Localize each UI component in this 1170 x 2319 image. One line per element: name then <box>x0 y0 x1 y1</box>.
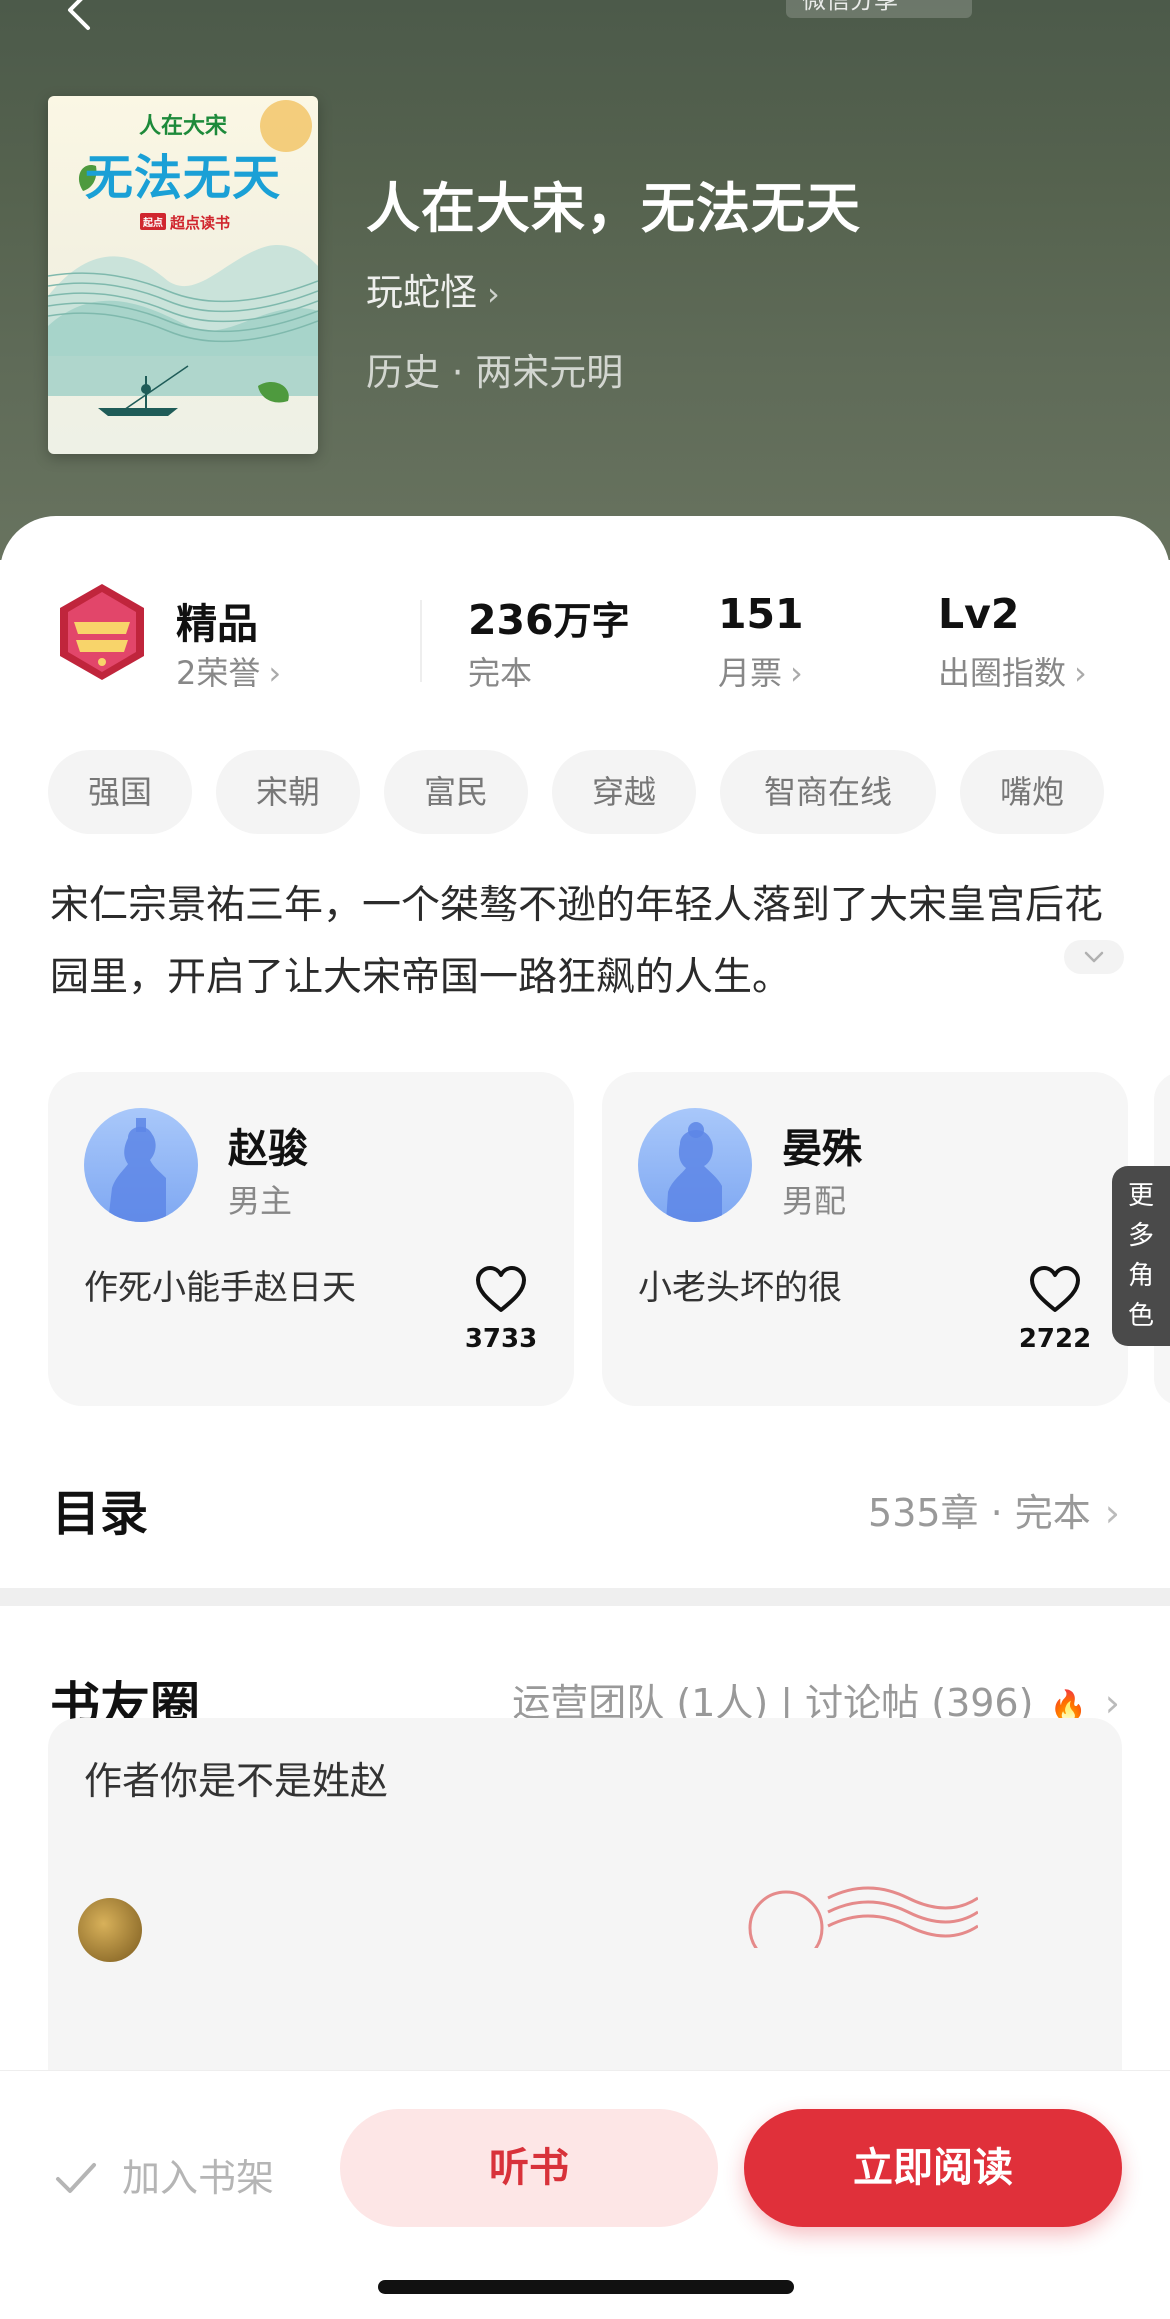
role-quote: 作死小能手赵日天 <box>84 1268 356 1308</box>
popularity-index-link[interactable]: 出圈指数 › <box>938 648 1087 694</box>
role-avatar <box>638 1108 752 1222</box>
monthly-tickets-label: 月票 <box>718 654 783 692</box>
author-link[interactable]: 玩蛇怪 › <box>366 262 500 316</box>
role-card[interactable]: 赵骏 男主 作死小能手赵日天 3733 <box>48 1072 574 1406</box>
chevron-right-icon: › <box>1074 654 1087 692</box>
cover-title: 无法无天 <box>84 150 281 206</box>
chevron-right-icon: › <box>487 275 500 313</box>
share-button[interactable]: 微信分享 <box>786 0 972 18</box>
back-arrow-icon[interactable] <box>58 0 102 32</box>
author-name: 玩蛇怪 <box>366 271 477 314</box>
check-icon <box>56 2163 96 2193</box>
cover-brand: 起点 超点读书 <box>140 212 230 233</box>
post-text: 作者你是不是姓赵 <box>84 1759 389 1803</box>
listen-button[interactable]: 听书 <box>340 2109 718 2227</box>
more-roles-label: 更多角色 <box>1127 1181 1154 1331</box>
cover-subtitle: 人在大宋 <box>138 113 227 139</box>
tag-chip[interactable]: 智商在线 <box>720 750 936 834</box>
tag-chip[interactable]: 穿越 <box>552 750 696 834</box>
chevron-right-icon: › <box>1104 1681 1120 1725</box>
role-quote: 小老头坏的很 <box>638 1268 842 1308</box>
book-category: 历史 · 两宋元明 <box>366 351 624 394</box>
quality-badge-icon[interactable] <box>52 582 152 682</box>
word-count-value: 236 <box>468 596 554 644</box>
heart-icon <box>476 1266 526 1312</box>
book-title: 人在大宋，无法无天 <box>366 177 861 240</box>
role-name: 赵骏 <box>228 1126 308 1172</box>
expand-synopsis-button[interactable] <box>1064 940 1124 974</box>
read-now-button[interactable]: 立即阅读 <box>744 2109 1122 2227</box>
role-type: 男主 <box>228 1182 293 1220</box>
tag-chip[interactable]: 宋朝 <box>216 750 360 834</box>
add-to-shelf-label: 加入书架 <box>122 2156 275 2200</box>
completion-status: 完本 <box>468 654 533 692</box>
toc-title[interactable]: 目录 <box>52 1474 148 1544</box>
book-cover[interactable]: 人在大宋 无法无天 起点 超点读书 <box>48 96 318 454</box>
chevron-right-icon: › <box>268 654 282 692</box>
tag-list: 强国 宋朝 富民 穿越 智商在线 嘴炮 <box>48 750 1138 834</box>
role-name: 晏殊 <box>782 1126 862 1172</box>
role-type: 男配 <box>782 1182 847 1220</box>
stamp-icon <box>748 1886 978 1948</box>
tag-chip[interactable]: 嘴炮 <box>960 750 1104 834</box>
like-button[interactable]: 2722 <box>1010 1264 1100 1354</box>
add-to-shelf-button[interactable]: 加入书架 <box>54 2147 274 2202</box>
chevron-right-icon: › <box>790 654 803 692</box>
book-synopsis[interactable]: 宋仁宗景祐三年，一个桀骜不逊的年轻人落到了大宋皇宫后花园里，开启了让大宋帝国一路… <box>50 870 1126 1014</box>
heart-icon <box>1030 1266 1080 1312</box>
tag-chip[interactable]: 强国 <box>48 750 192 834</box>
popularity-index-label: 出圈指数 <box>938 654 1067 692</box>
book-detail-sheet: 精品 2荣誉 › 236万字 完本 151 月票 › Lv2 出圈指数 › 强国 宋朝… <box>0 516 1170 2319</box>
section-divider <box>0 1588 1170 1606</box>
monthly-tickets-value: 151 <box>718 590 804 638</box>
word-count: 236万字 <box>468 590 630 645</box>
badge-title: 精品 <box>176 600 258 648</box>
honor-link[interactable]: 2荣誉 › <box>176 648 281 694</box>
like-count: 3733 <box>464 1324 538 1354</box>
more-roles-button[interactable]: 更多角色 <box>1112 1166 1170 1346</box>
chevron-down-icon <box>1084 951 1104 963</box>
role-avatar <box>84 1108 198 1222</box>
like-count: 2722 <box>1018 1324 1092 1354</box>
toc-link[interactable]: 535章 · 完本 › <box>868 1482 1120 1537</box>
book-header: 微信分享 人在大宋 无法无天 起点 超点读书 人在大宋，无法无天 玩蛇怪 › 历史 … <box>0 0 1170 560</box>
tag-chip[interactable]: 富民 <box>384 750 528 834</box>
role-card[interactable]: 晏殊 男配 小老头坏的很 2722 <box>602 1072 1128 1406</box>
stats-row: 精品 2荣誉 › 236万字 完本 151 月票 › Lv2 出圈指数 › <box>0 576 1170 692</box>
monthly-tickets-link[interactable]: 月票 › <box>718 648 803 694</box>
avatar[interactable] <box>78 1898 142 1962</box>
cover-brand-mark: 起点 <box>140 213 166 230</box>
toc-meta: 535章 · 完本 <box>868 1491 1091 1535</box>
cover-brand-name: 超点读书 <box>170 214 231 232</box>
chevron-right-icon: › <box>1104 1491 1120 1535</box>
popularity-level-value: Lv2 <box>938 590 1020 638</box>
like-button[interactable]: 3733 <box>456 1264 546 1354</box>
home-indicator <box>378 2280 794 2294</box>
stats-divider <box>420 600 422 682</box>
word-count-unit: 万字 <box>553 599 630 643</box>
honor-label: 2荣誉 <box>176 654 261 692</box>
